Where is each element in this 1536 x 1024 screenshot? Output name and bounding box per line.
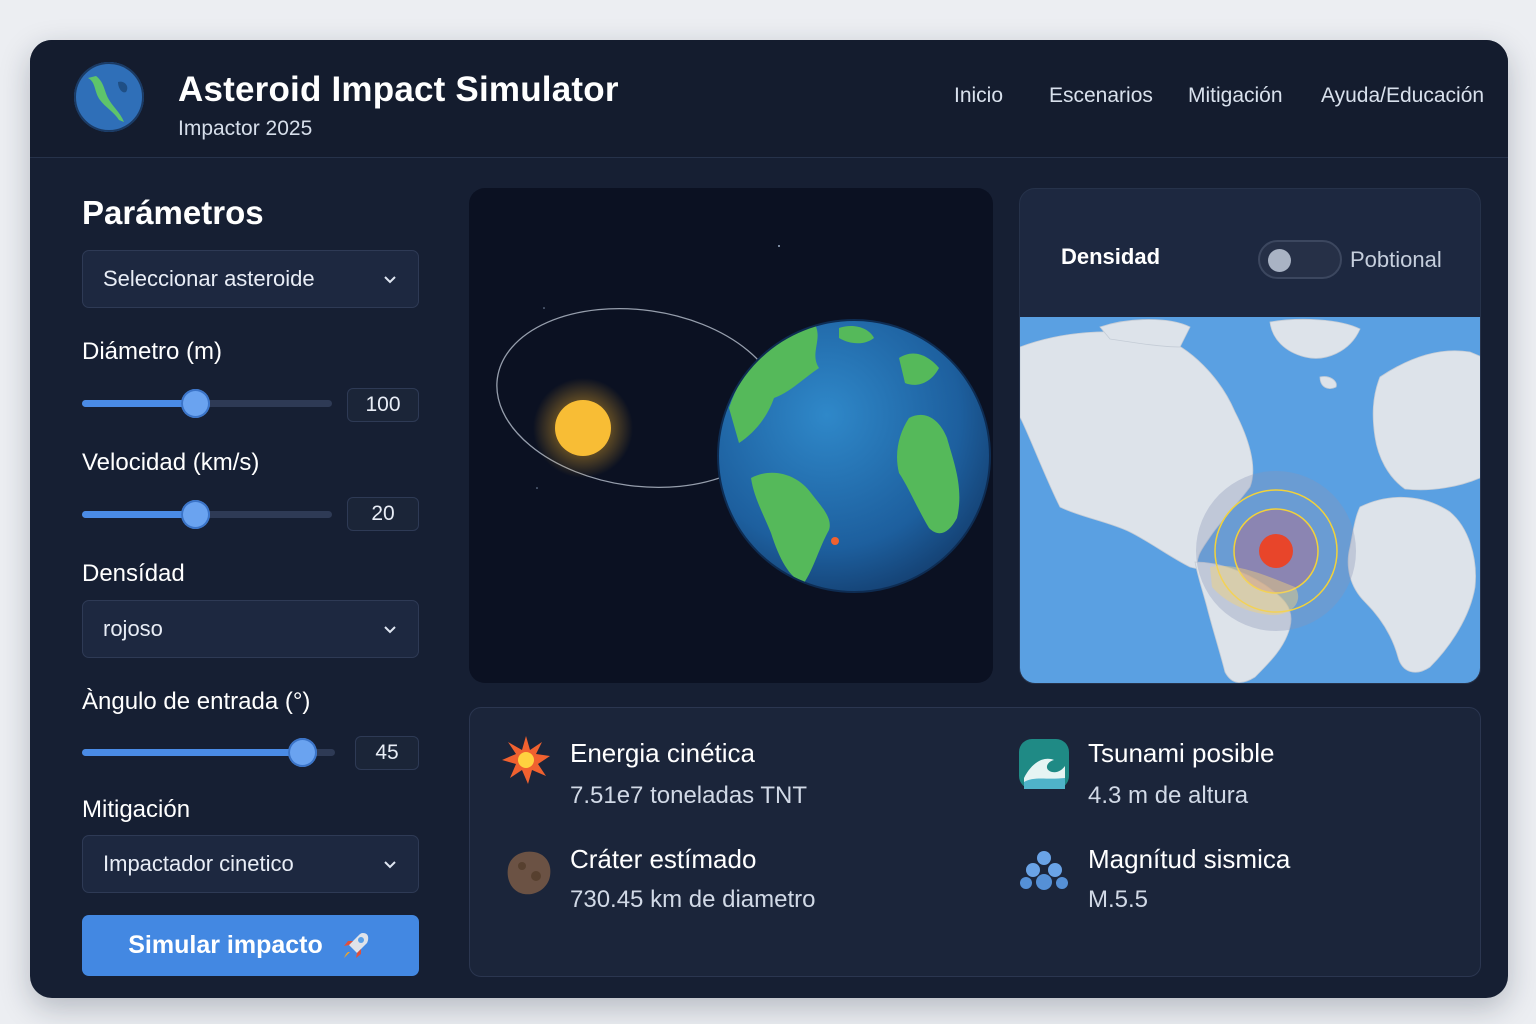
slider-thumb[interactable] [181, 500, 210, 529]
mitigation-label: Mitigación [82, 796, 191, 823]
impact-map[interactable] [1020, 317, 1481, 684]
earth-globe [717, 319, 991, 593]
toggle-label: Pobtional [1350, 247, 1442, 272]
nav-escenarios[interactable]: Escenarios [1049, 84, 1153, 108]
simulate-button-label: Simular impacto [128, 931, 323, 959]
explosion-icon [502, 736, 550, 784]
population-toggle[interactable] [1258, 240, 1342, 279]
mitigation-select-value: Impactador cinetico [103, 851, 294, 876]
velocity-value[interactable]: 20 [347, 497, 419, 531]
slider-thumb[interactable] [181, 389, 210, 418]
seismic-icon [1020, 851, 1068, 890]
diameter-slider[interactable] [82, 388, 332, 418]
density-select[interactable]: rojoso [82, 600, 419, 658]
velocity-label: Velocidad (km/s) [82, 449, 260, 476]
impact-center [1259, 534, 1293, 568]
app-window: Asteroid Impact Simulator Impactor 2025 … [30, 40, 1508, 998]
chevron-down-icon [384, 861, 396, 869]
slider-fill [82, 749, 302, 756]
slider-fill [82, 400, 195, 407]
tsunami-value: 4.3 m de altura [1088, 782, 1249, 809]
orbit-scene [496, 245, 991, 593]
results-panel: Energia cinética 7.51e7 toneladas TNT Ts… [469, 707, 1481, 977]
density-select-value: rojoso [103, 616, 163, 641]
asteroid-select-value: Seleccionar asteroide [103, 266, 315, 291]
chevron-down-icon [384, 626, 396, 634]
star [778, 245, 780, 247]
energy-value: 7.51e7 toneladas TNT [570, 782, 808, 809]
diameter-value[interactable]: 100 [347, 388, 419, 422]
rocket-icon [343, 932, 368, 958]
simulate-button[interactable]: Simular impacto [82, 915, 419, 976]
map-layer-label: Densidad [1061, 244, 1161, 269]
crater-title: Cráter estímado [570, 844, 757, 874]
earth-logo-icon [74, 62, 144, 132]
orbit-viewer[interactable] [469, 188, 993, 683]
velocity-slider[interactable] [82, 499, 332, 529]
sun-icon [555, 400, 611, 456]
angle-value[interactable]: 45 [355, 736, 419, 770]
app-title: Asteroid Impact Simulator [178, 70, 619, 109]
star [536, 487, 538, 489]
seismic-value: M.5.5 [1088, 886, 1149, 913]
slider-thumb[interactable] [288, 738, 317, 767]
mitigation-select[interactable]: Impactador cinetico [82, 835, 419, 893]
angle-slider[interactable] [82, 737, 335, 767]
asteroid-select[interactable]: Seleccionar asteroide [82, 250, 419, 308]
density-label: Densídad [82, 560, 185, 587]
impact-map-card: Densidad Pobtional [1019, 188, 1481, 684]
toggle-knob [1268, 249, 1291, 272]
angle-label: Àngulo de entrada (°) [82, 688, 311, 715]
nav-inicio[interactable]: Inicio [954, 84, 1003, 108]
star [543, 307, 545, 309]
app-subtitle: Impactor 2025 [178, 117, 313, 140]
crater-value: 730.45 km de diametro [570, 886, 816, 913]
nav-mitigacion[interactable]: Mitigación [1188, 84, 1283, 108]
energy-title: Energia cinética [570, 738, 755, 768]
params-title: Parámetros [82, 194, 264, 231]
nav-ayuda[interactable]: Ayuda/Educación [1321, 84, 1484, 108]
seismic-title: Magnítud sismica [1088, 844, 1291, 874]
chevron-down-icon [384, 276, 396, 284]
header: Asteroid Impact Simulator Impactor 2025 … [30, 40, 1508, 158]
wave-icon [1019, 739, 1069, 789]
tsunami-title: Tsunami posible [1088, 738, 1275, 768]
crater-rock-icon [507, 851, 551, 895]
slider-fill [82, 511, 195, 518]
diameter-label: Diámetro (m) [82, 338, 223, 365]
impact-point [831, 537, 839, 545]
